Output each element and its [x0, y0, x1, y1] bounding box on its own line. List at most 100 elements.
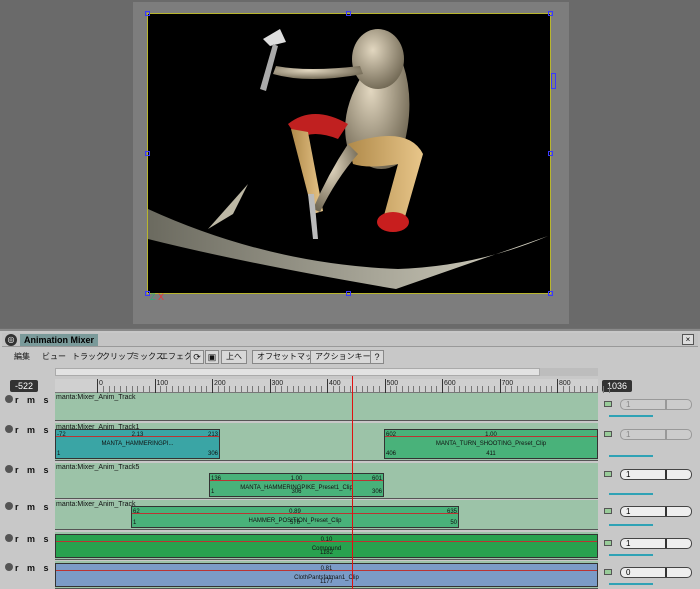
render-region[interactable] — [147, 13, 551, 294]
selection-handle[interactable] — [145, 11, 150, 16]
track-rms-controls[interactable]: r m s — [5, 395, 52, 407]
mixer-title[interactable]: Animation Mixer — [20, 334, 99, 346]
mixer-track[interactable]: r m s 0.81 ClothPantsfatman1_Clip 1177 0 — [0, 561, 700, 589]
selection-handle[interactable] — [346, 291, 351, 296]
track-enable-toggle[interactable] — [604, 508, 612, 514]
track-visibility-icon[interactable] — [5, 465, 13, 473]
selection-handle[interactable] — [548, 11, 553, 16]
selection-handle[interactable] — [346, 11, 351, 16]
animation-clip[interactable]: 2.13 MANTA_HAMMERINGPI... -72 213 1 306 — [55, 429, 220, 459]
ruler-minor-tick — [304, 386, 305, 393]
track-enable-toggle[interactable] — [604, 540, 612, 546]
menu-mix[interactable]: ミックス — [132, 351, 164, 363]
up-button[interactable]: 上へ — [221, 350, 247, 364]
track-visibility-icon[interactable] — [5, 395, 13, 403]
mixer-track[interactable]: r m s manta:Mixer_Anim_Track5 1.00 MANTA_HA… — [0, 463, 700, 499]
ruler-minor-tick — [568, 386, 570, 393]
selection-handle[interactable] — [548, 151, 553, 156]
end-frame-field[interactable]: 1036 — [602, 380, 633, 392]
track-clip-area[interactable]: manta:Mixer_Anim_Track 0.89 HAMMER_POSITIO… — [55, 500, 653, 530]
ruler-minor-tick — [160, 386, 162, 393]
ruler-minor-tick — [373, 386, 374, 393]
clip-weight: 0.81 — [320, 566, 333, 572]
track-visibility-icon[interactable] — [5, 502, 13, 510]
playhead[interactable] — [352, 376, 353, 589]
slider-handle[interactable] — [665, 430, 667, 439]
ruler-minor-tick — [585, 386, 587, 393]
close-button[interactable]: × — [682, 334, 694, 345]
time-ruler[interactable]: 0 100 200 300 400 500 600 700 800 — [55, 379, 610, 393]
ruler-minor-tick — [102, 386, 104, 393]
mixer-track[interactable]: r m s manta:Mixer_Anim_Track 0.89 HAMMER_PO… — [0, 500, 700, 530]
clip-name: MANTA_HAMMERINGPI... — [101, 441, 174, 447]
slider-handle[interactable] — [665, 470, 667, 479]
selection-handle[interactable] — [551, 73, 556, 89]
ruler-minor-tick — [482, 386, 484, 393]
timeline-scrollbar[interactable] — [55, 368, 598, 376]
scrollbar-thumb[interactable] — [55, 368, 540, 376]
menu-clip[interactable]: クリップ — [102, 351, 134, 363]
track-enable-toggle[interactable] — [604, 431, 612, 437]
track-rms-label[interactable]: r m s — [15, 425, 52, 435]
menu-edit[interactable]: 編集 — [14, 351, 30, 363]
track-weight-value: 1 — [626, 400, 631, 409]
ruler-minor-tick — [608, 386, 610, 393]
track-clip-area[interactable]: manta:Mixer_Anim_Track5 1.00 MANTA_HAMMERI… — [55, 463, 653, 499]
lock-icon[interactable]: ▣ — [205, 350, 219, 364]
refresh-icon[interactable]: ⟳ — [190, 350, 204, 364]
track-weight-slider[interactable]: 1 — [620, 506, 692, 517]
ruler-minor-tick — [263, 386, 265, 393]
track-rms-controls[interactable]: r m s — [5, 502, 52, 514]
selection-handle[interactable] — [548, 291, 553, 296]
start-frame-field[interactable]: -522 — [10, 380, 39, 392]
track-weight-slider[interactable]: 1 — [620, 429, 692, 440]
track-rms-label[interactable]: r m s — [15, 563, 52, 573]
track-rms-label[interactable]: r m s — [15, 534, 52, 544]
mixer-track[interactable]: r m s manta:Mixer_Anim_Track 1 — [0, 393, 700, 421]
camera-viewport[interactable]: Z X — [0, 0, 700, 328]
animation-clip[interactable]: 0.81 ClothPantsfatman1_Clip 1177 — [55, 563, 598, 587]
slider-handle[interactable] — [665, 507, 667, 516]
track-visibility-icon[interactable] — [5, 563, 13, 571]
track-rms-label[interactable]: r m s — [15, 502, 52, 512]
ruler-minor-tick — [292, 386, 294, 393]
track-clip-area[interactable]: manta:Mixer_Anim_Track1 2.13 MANTA_HAMMERI… — [55, 423, 653, 461]
track-rms-label[interactable]: r m s — [15, 465, 52, 475]
clip-source-end: 50 — [450, 520, 457, 526]
track-clip-area[interactable]: 0.81 ClothPantsfatman1_Clip 1177 — [55, 561, 653, 589]
fin-shape — [208, 184, 248, 229]
track-clip-area[interactable]: manta:Mixer_Anim_Track — [55, 393, 653, 421]
action-key-button[interactable]: アクションキー — [310, 350, 376, 364]
track-clip-area[interactable]: 0.10 Compound 1182 — [55, 532, 653, 560]
help-button[interactable]: ? — [370, 350, 384, 364]
slider-handle[interactable] — [665, 400, 667, 409]
track-rms-controls[interactable]: r m s — [5, 425, 52, 437]
track-weight-slider[interactable]: 1 — [620, 469, 692, 480]
track-rms-controls[interactable]: r m s — [5, 563, 52, 575]
track-rms-controls[interactable]: r m s — [5, 534, 52, 546]
mixer-track[interactable]: r m s 0.10 Compound 1182 1 — [0, 532, 700, 560]
track-weight-slider[interactable]: 1 — [620, 399, 692, 410]
ruler-minor-tick — [419, 386, 420, 393]
track-enable-toggle[interactable] — [604, 471, 612, 477]
clip-source-start: 1 — [57, 451, 61, 457]
slider-handle[interactable] — [665, 568, 667, 577]
track-visibility-icon[interactable] — [5, 534, 13, 542]
menu-track[interactable]: トラック — [72, 351, 104, 363]
track-rms-controls[interactable]: r m s — [5, 465, 52, 477]
animation-clip[interactable]: 1.00 MANTA_TURN_SHOOTING_Preset_Clip 411 60… — [384, 429, 598, 459]
track-enable-toggle[interactable] — [604, 569, 612, 575]
track-weight-slider[interactable]: 0 — [620, 567, 692, 578]
selection-handle[interactable] — [145, 151, 150, 156]
animation-clip[interactable]: 0.10 Compound 1182 — [55, 534, 598, 558]
mixer-track[interactable]: r m s manta:Mixer_Anim_Track1 2.13 MANTA_HA… — [0, 423, 700, 461]
track-enable-toggle[interactable] — [604, 401, 612, 407]
slider-handle[interactable] — [665, 539, 667, 548]
track-rms-label[interactable]: r m s — [15, 395, 52, 405]
animation-clip[interactable]: 0.89 HAMMER_POSITION_Preset_Clip 576 62 635 1… — [131, 506, 459, 528]
menu-view[interactable]: ビュー — [42, 351, 66, 363]
animation-clip[interactable]: 1.00 MANTA_HAMMERINGPIKE_Preset1_Clip 306 1… — [209, 473, 384, 497]
ruler-minor-tick — [286, 386, 288, 393]
track-weight-slider[interactable]: 1 — [620, 538, 692, 549]
track-visibility-icon[interactable] — [5, 425, 13, 433]
